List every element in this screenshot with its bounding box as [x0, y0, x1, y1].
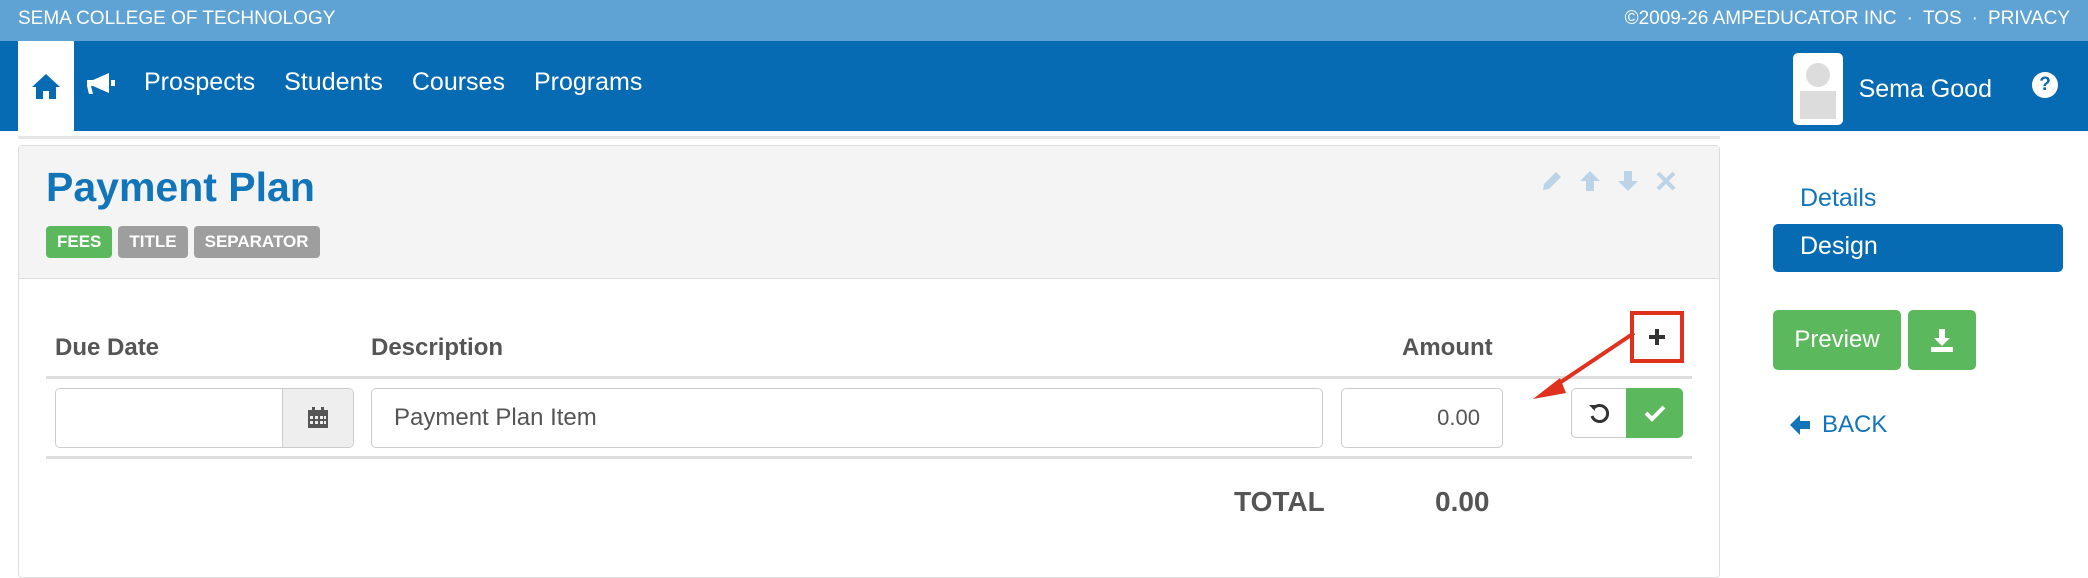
tag-fees[interactable]: FEES [46, 226, 113, 258]
calendar-button[interactable] [282, 389, 353, 447]
close-icon [1656, 171, 1676, 191]
plus-icon [1649, 329, 1665, 345]
privacy-link[interactable]: PRIVACY [1988, 8, 2070, 30]
tag-title[interactable]: TITLE [118, 226, 188, 258]
amount-field[interactable]: 0.00 [1341, 388, 1503, 448]
add-row-button[interactable] [1630, 311, 1684, 363]
panel-top-divider [18, 136, 1720, 139]
tag-list: FEES TITLE SEPARATOR [46, 226, 320, 258]
calendar-icon [308, 407, 329, 428]
back-label: BACK [1822, 411, 1888, 438]
nav-programs[interactable]: Programs [534, 68, 642, 97]
separator-dot: · [1906, 8, 1913, 29]
home-icon [32, 74, 60, 99]
back-link[interactable]: BACK [1788, 411, 1887, 439]
remove-button[interactable] [1653, 168, 1679, 194]
move-down-button[interactable] [1615, 168, 1641, 194]
edit-button[interactable] [1539, 168, 1565, 194]
due-date-field [55, 388, 354, 448]
top-right-links: ©2009-26 AMPEDUCATOR INC · TOS · PRIVACY [1625, 8, 2070, 30]
sidebar-item-design[interactable]: Design [1773, 224, 2063, 272]
due-date-input[interactable] [56, 389, 283, 447]
check-icon [1644, 405, 1665, 422]
tos-link[interactable]: TOS [1923, 8, 1962, 30]
megaphone-icon [87, 73, 115, 94]
help-button[interactable]: ? [2032, 72, 2058, 98]
row-divider [46, 456, 1692, 459]
panel-tools [1539, 168, 1679, 194]
sidebar-item-details[interactable]: Details [1773, 176, 2063, 224]
download-button[interactable] [1908, 310, 1976, 370]
total-label: TOTAL [1234, 486, 1325, 517]
pencil-icon [1543, 172, 1561, 190]
payment-plan-panel: Payment Plan FEES TITLE SEPARATOR Due Da… [18, 145, 1720, 578]
header-amount: Amount [1402, 334, 1493, 361]
main-navbar: Prospects Students Courses Programs Sema… [0, 41, 2088, 131]
nav-courses[interactable]: Courses [412, 68, 505, 97]
revert-button[interactable] [1571, 388, 1627, 438]
nav-students[interactable]: Students [284, 68, 383, 97]
panel-header: Payment Plan FEES TITLE SEPARATOR [19, 146, 1719, 279]
header-description: Description [371, 334, 504, 361]
user-menu[interactable]: Sema Good [1792, 53, 1992, 125]
question-circle-icon: ? [2039, 74, 2051, 95]
header-divider [46, 376, 1692, 379]
copyright-text: ©2009-26 AMPEDUCATOR INC [1624, 8, 1897, 29]
home-tab[interactable] [18, 41, 74, 131]
tag-separator[interactable]: SEPARATOR [193, 226, 320, 258]
nav-prospects[interactable]: Prospects [144, 68, 255, 97]
download-icon [1931, 329, 1953, 352]
sidebar-nav: Details Design [1773, 176, 2063, 272]
page-title: Payment Plan [46, 164, 315, 210]
arrow-down-icon [1618, 171, 1638, 191]
avatar [1792, 53, 1843, 125]
move-up-button[interactable] [1577, 168, 1603, 194]
total-value: 0.00 [1435, 486, 1490, 517]
header-due-date: Due Date [55, 334, 160, 361]
user-name: Sema Good [1858, 74, 1992, 103]
arrow-up-icon [1580, 171, 1600, 191]
arrow-left-icon [1790, 415, 1810, 435]
confirm-button[interactable] [1626, 388, 1683, 438]
announcements-button[interactable] [84, 69, 118, 99]
top-info-bar: SEMA COLLEGE OF TECHNOLOGY ©2009-26 AMPE… [0, 0, 2088, 41]
nav-links: Prospects Students Courses Programs [144, 68, 671, 97]
undo-icon [1589, 404, 1610, 423]
preview-button[interactable]: Preview [1773, 310, 1901, 370]
separator-dot: · [1971, 8, 1978, 29]
description-field[interactable]: Payment Plan Item [371, 388, 1323, 448]
college-name: SEMA COLLEGE OF TECHNOLOGY [18, 8, 336, 29]
